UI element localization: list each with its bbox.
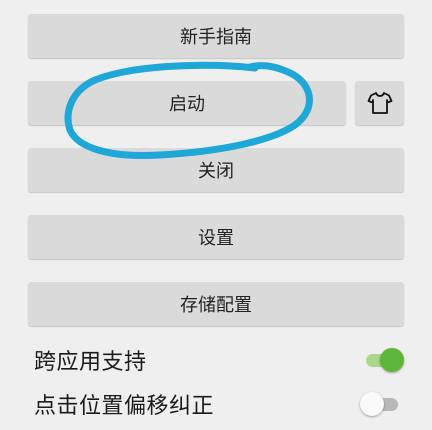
skin-button[interactable] xyxy=(355,81,404,125)
guide-button-label: 新手指南 xyxy=(180,27,252,48)
guide-button[interactable]: 新手指南 xyxy=(28,14,404,58)
cross-app-support-toggle[interactable] xyxy=(360,347,404,373)
storage-config-button-label: 存储配置 xyxy=(180,295,252,316)
start-button-label: 启动 xyxy=(169,94,205,115)
cross-app-support-row: 跨应用支持 xyxy=(34,340,404,380)
click-offset-correction-label: 点击位置偏移纠正 xyxy=(34,394,215,419)
start-button[interactable]: 启动 xyxy=(28,81,346,125)
toggle-thumb[interactable] xyxy=(380,348,404,372)
cross-app-support-label: 跨应用支持 xyxy=(34,350,147,375)
close-button-label: 关闭 xyxy=(198,161,234,182)
settings-button[interactable]: 设置 xyxy=(28,215,404,259)
toggle-thumb[interactable] xyxy=(360,392,384,416)
click-offset-correction-row: 点击位置偏移纠正 xyxy=(34,384,404,424)
click-offset-correction-toggle[interactable] xyxy=(360,391,404,417)
tshirt-icon xyxy=(367,92,392,114)
storage-config-button[interactable]: 存储配置 xyxy=(28,282,404,326)
close-button[interactable]: 关闭 xyxy=(28,148,404,192)
settings-button-label: 设置 xyxy=(198,228,234,249)
